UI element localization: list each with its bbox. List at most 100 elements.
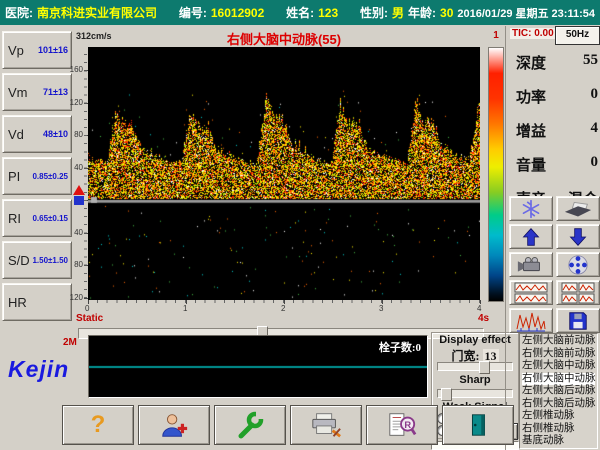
- intensity-colorbar: [488, 47, 504, 302]
- bottom-toolbar: ?: [62, 405, 514, 445]
- artery-list-item[interactable]: 左侧椎动脉: [522, 410, 595, 423]
- param-label: RI: [8, 211, 21, 226]
- param-vp: Vp 101±16: [2, 31, 72, 69]
- param-label: PI: [8, 169, 20, 184]
- artery-list-item[interactable]: 右侧大脑中动脉: [522, 373, 595, 386]
- eject-media-icon: [563, 199, 593, 219]
- gender-label: 性别:: [360, 4, 388, 21]
- param-value: 101±16: [38, 45, 68, 55]
- param-value: 71±13: [43, 87, 68, 97]
- eject-button[interactable]: [556, 196, 600, 221]
- x-tick-label: 4: [477, 304, 481, 313]
- age-label: 年龄:: [408, 4, 436, 21]
- freeze-button[interactable]: [509, 196, 553, 221]
- y-axis-minor-ticks: [84, 47, 87, 300]
- dual-trace-button[interactable]: [509, 280, 553, 305]
- sweep-status-label: Static: [76, 313, 103, 324]
- param-label: Vd: [8, 127, 24, 142]
- param-value: 0.65±0.15: [32, 214, 68, 223]
- param-vm: Vm 71±13: [2, 73, 72, 111]
- artery-list-item[interactable]: 右侧大脑后动脉: [522, 398, 595, 411]
- quad-trace-button[interactable]: [556, 280, 600, 305]
- artery-list-item[interactable]: 右侧椎动脉: [522, 423, 595, 436]
- parameter-column: Vp 101±16 Vm 71±13 Vd 48±10 PI 0.85±0.25…: [2, 31, 72, 325]
- scroll-up-button[interactable]: [509, 224, 553, 249]
- gender-value: 男: [392, 4, 404, 21]
- arrow-down-icon: [568, 227, 588, 247]
- x-tick-mark: [480, 300, 481, 304]
- y-tick-label: 40: [74, 163, 83, 172]
- spectrum-icon: [516, 310, 546, 332]
- setting-label: 增益: [516, 120, 546, 141]
- artery-list-item[interactable]: 基底动脉: [522, 435, 595, 448]
- spectrum-mode-button[interactable]: [509, 308, 553, 333]
- y-tick-label: 80: [74, 260, 83, 269]
- cine-loop-button[interactable]: [556, 252, 600, 277]
- setting-gain: 增益 4: [516, 120, 598, 141]
- datetime-display: 2016/01/29 星期五 23:11:54: [457, 5, 595, 21]
- param-hr: HR: [2, 283, 72, 321]
- report-magnifier-icon: R: [387, 411, 417, 439]
- x-axis-minor-ticks: [88, 300, 480, 303]
- tic-readout: TIC: 0.00: [510, 28, 556, 39]
- scroll-down-button[interactable]: [556, 224, 600, 249]
- emboli-count: 栓子数:0: [379, 339, 421, 355]
- param-value: 0.85±0.25: [32, 172, 68, 181]
- param-label: S/D: [8, 253, 30, 268]
- artery-list-item[interactable]: 右侧大脑前动脉: [522, 348, 595, 361]
- wrench-icon: [236, 411, 264, 439]
- report-button[interactable]: R: [366, 405, 438, 445]
- artery-list-item[interactable]: 左侧大脑前动脉: [522, 335, 595, 348]
- arrow-up-icon: [521, 227, 541, 247]
- patient-id-value: 16012902: [211, 6, 264, 20]
- param-label: Vp: [8, 43, 24, 58]
- x-tick-label: 0: [85, 304, 89, 313]
- setting-value: 0: [591, 154, 599, 175]
- gate-width-slider-thumb[interactable]: [479, 361, 490, 374]
- video-record-button[interactable]: [509, 252, 553, 277]
- setting-label: 音量: [516, 154, 546, 175]
- print-button[interactable]: [290, 405, 362, 445]
- save-button[interactable]: [556, 308, 600, 333]
- baseline-direction-marker[interactable]: [73, 185, 86, 207]
- gate-width-slider[interactable]: [437, 362, 513, 371]
- param-sd: S/D 1.50±1.50: [2, 241, 72, 279]
- exit-button[interactable]: [442, 405, 514, 445]
- param-value: 48±10: [43, 129, 68, 139]
- artery-list-item[interactable]: 左侧大脑后动脉: [522, 385, 595, 398]
- save-floppy-icon: [567, 310, 589, 332]
- sharp-slider[interactable]: [437, 389, 513, 398]
- printer-icon: [310, 411, 342, 439]
- flow-down-square-icon: [74, 196, 84, 205]
- brand-logo: Kejin: [8, 356, 69, 383]
- hospital-label: 医院:: [5, 4, 33, 21]
- sharp-slider-thumb[interactable]: [441, 388, 452, 401]
- colorbar-top-label: 1: [488, 30, 504, 41]
- help-button[interactable]: ?: [62, 405, 134, 445]
- artery-list: 左侧大脑前动脉右侧大脑前动脉左侧大脑中动脉右侧大脑中动脉左侧大脑后动脉右侧大脑后…: [519, 333, 598, 449]
- y-tick-label: 80: [74, 130, 83, 139]
- param-value: 1.50±1.50: [32, 256, 68, 265]
- film-reel-icon: [567, 254, 589, 276]
- setting-label: 功率: [516, 86, 546, 107]
- dual-trace-icon: [514, 282, 548, 304]
- param-label: Vm: [8, 85, 28, 100]
- setting-volume: 音量 0: [516, 154, 598, 175]
- artery-list-item[interactable]: 左侧大脑中动脉: [522, 360, 595, 373]
- patient-icon: [159, 411, 189, 439]
- function-button-grid: [509, 196, 600, 333]
- flow-up-arrow-icon: [73, 185, 85, 195]
- header-bar: 医院: 南京科进实业有限公司 编号: 16012902 姓名: 123 性别: …: [0, 0, 600, 25]
- settings-button[interactable]: [214, 405, 286, 445]
- x-tick-label: 1: [183, 304, 187, 313]
- patient-info-button[interactable]: [138, 405, 210, 445]
- setting-value: 4: [591, 120, 599, 141]
- exit-door-icon: [465, 411, 491, 439]
- setting-depth: 深度 55: [516, 52, 598, 73]
- filter-frequency-button[interactable]: 50Hz: [555, 26, 600, 45]
- emboli-trace: [89, 336, 427, 397]
- patient-name-label: 姓名:: [286, 4, 314, 21]
- question-mark-icon: ?: [91, 411, 106, 439]
- probe-2m-label: 2M: [63, 337, 77, 348]
- hospital-value: 南京科进实业有限公司: [37, 4, 157, 21]
